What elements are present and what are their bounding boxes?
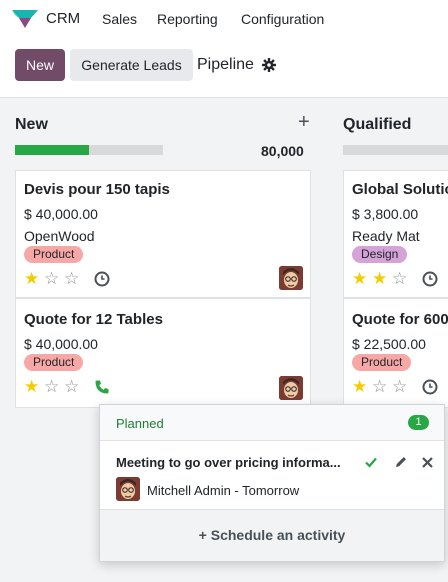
tag-badge: Product (24, 354, 84, 371)
card-company: OpenWood (24, 228, 95, 244)
column-progress-bar[interactable] (15, 145, 163, 155)
menu-sales[interactable]: Sales (102, 11, 137, 27)
column-progress-bar-qualified[interactable] (343, 145, 448, 155)
tag-badge: Design (352, 246, 408, 263)
column-total: 80,000 (261, 143, 304, 159)
activity-summary[interactable]: Meeting to go over pricing informa... (116, 455, 341, 470)
crm-logo-icon[interactable] (12, 10, 38, 28)
avatar (116, 477, 140, 501)
clock-icon[interactable] (94, 271, 110, 287)
planned-count-badge: 1 (408, 415, 429, 430)
kanban-card[interactable]: Devis pour 150 tapis $ 40,000.00 OpenWoo… (15, 170, 311, 298)
activity-user-deadline: Mitchell Admin - Tomorrow (147, 483, 300, 498)
card-company: Ready Mat (352, 228, 420, 244)
column-progress-fill (15, 145, 89, 155)
planned-section-title: Planned (116, 416, 164, 431)
generate-leads-button[interactable]: Generate Leads (70, 49, 193, 81)
priority-star-icon[interactable]: ☆ (44, 270, 59, 288)
card-amount: $ 40,000.00 (24, 206, 98, 222)
card-title: Quote for 600 (352, 311, 448, 328)
popover-header: Planned 1 (100, 405, 444, 441)
schedule-activity-row: + Schedule an activity (100, 527, 444, 543)
card-amount: $ 22,500.00 (352, 336, 426, 352)
breadcrumb-pipeline: Pipeline (197, 56, 254, 73)
kanban-card[interactable]: Global Solutio $ 3,800.00 Ready Mat Desi… (343, 170, 448, 298)
clock-icon[interactable] (422, 379, 438, 395)
card-title: Devis pour 150 tapis (24, 181, 170, 198)
priority-star-icon[interactable]: ★ (24, 378, 39, 396)
kanban-card[interactable]: Quote for 600 $ 22,500.00 Product ★ ☆ ☆ (343, 298, 448, 408)
priority-star-icon[interactable]: ☆ (64, 378, 79, 396)
column-title-qualified[interactable]: Qualified (343, 116, 411, 134)
top-navbar: CRM Sales Reporting Configuration (0, 0, 448, 38)
schedule-activity-button[interactable]: + Schedule an activity (100, 509, 444, 561)
cancel-activity-icon[interactable] (421, 456, 434, 469)
kanban-card[interactable]: Quote for 12 Tables $ 40,000.00 Product … (15, 298, 311, 408)
app-name[interactable]: CRM (46, 10, 80, 27)
control-panel: New Generate Leads Pipeline (0, 38, 448, 98)
tag-badge: Product (24, 246, 84, 263)
menu-reporting[interactable]: Reporting (157, 11, 218, 27)
menu-configuration[interactable]: Configuration (241, 11, 324, 27)
priority-star-icon[interactable]: ★ (372, 270, 387, 288)
plus-icon: + (198, 527, 207, 543)
priority-star-icon[interactable]: ★ (24, 270, 39, 288)
edit-pencil-icon[interactable] (394, 455, 408, 469)
priority-star-icon[interactable]: ☆ (392, 270, 407, 288)
card-amount: $ 3,800.00 (352, 206, 419, 222)
priority-star-icon[interactable]: ☆ (64, 270, 79, 288)
card-title: Global Solutio (352, 181, 448, 198)
card-title: Quote for 12 Tables (24, 311, 163, 328)
avatar[interactable] (279, 266, 303, 290)
activity-popover: Planned 1 Meeting to go over pricing inf… (99, 404, 445, 562)
schedule-activity-label: Schedule an activity (210, 527, 346, 543)
add-column-card-icon[interactable]: + (298, 112, 310, 132)
priority-star-icon[interactable]: ★ (352, 378, 367, 396)
new-button[interactable]: New (15, 49, 65, 81)
avatar[interactable] (279, 376, 303, 400)
card-amount: $ 40,000.00 (24, 336, 98, 352)
priority-star-icon[interactable]: ☆ (44, 378, 59, 396)
clock-icon[interactable] (422, 271, 438, 287)
column-title-new[interactable]: New (15, 116, 48, 134)
priority-star-icon[interactable]: ☆ (392, 378, 407, 396)
priority-star-icon[interactable]: ☆ (372, 378, 387, 396)
phone-icon[interactable] (94, 379, 110, 395)
tag-badge: Product (352, 354, 412, 371)
mark-done-check-icon[interactable] (364, 455, 378, 469)
gear-icon[interactable] (262, 58, 276, 72)
priority-star-icon[interactable]: ★ (352, 270, 367, 288)
